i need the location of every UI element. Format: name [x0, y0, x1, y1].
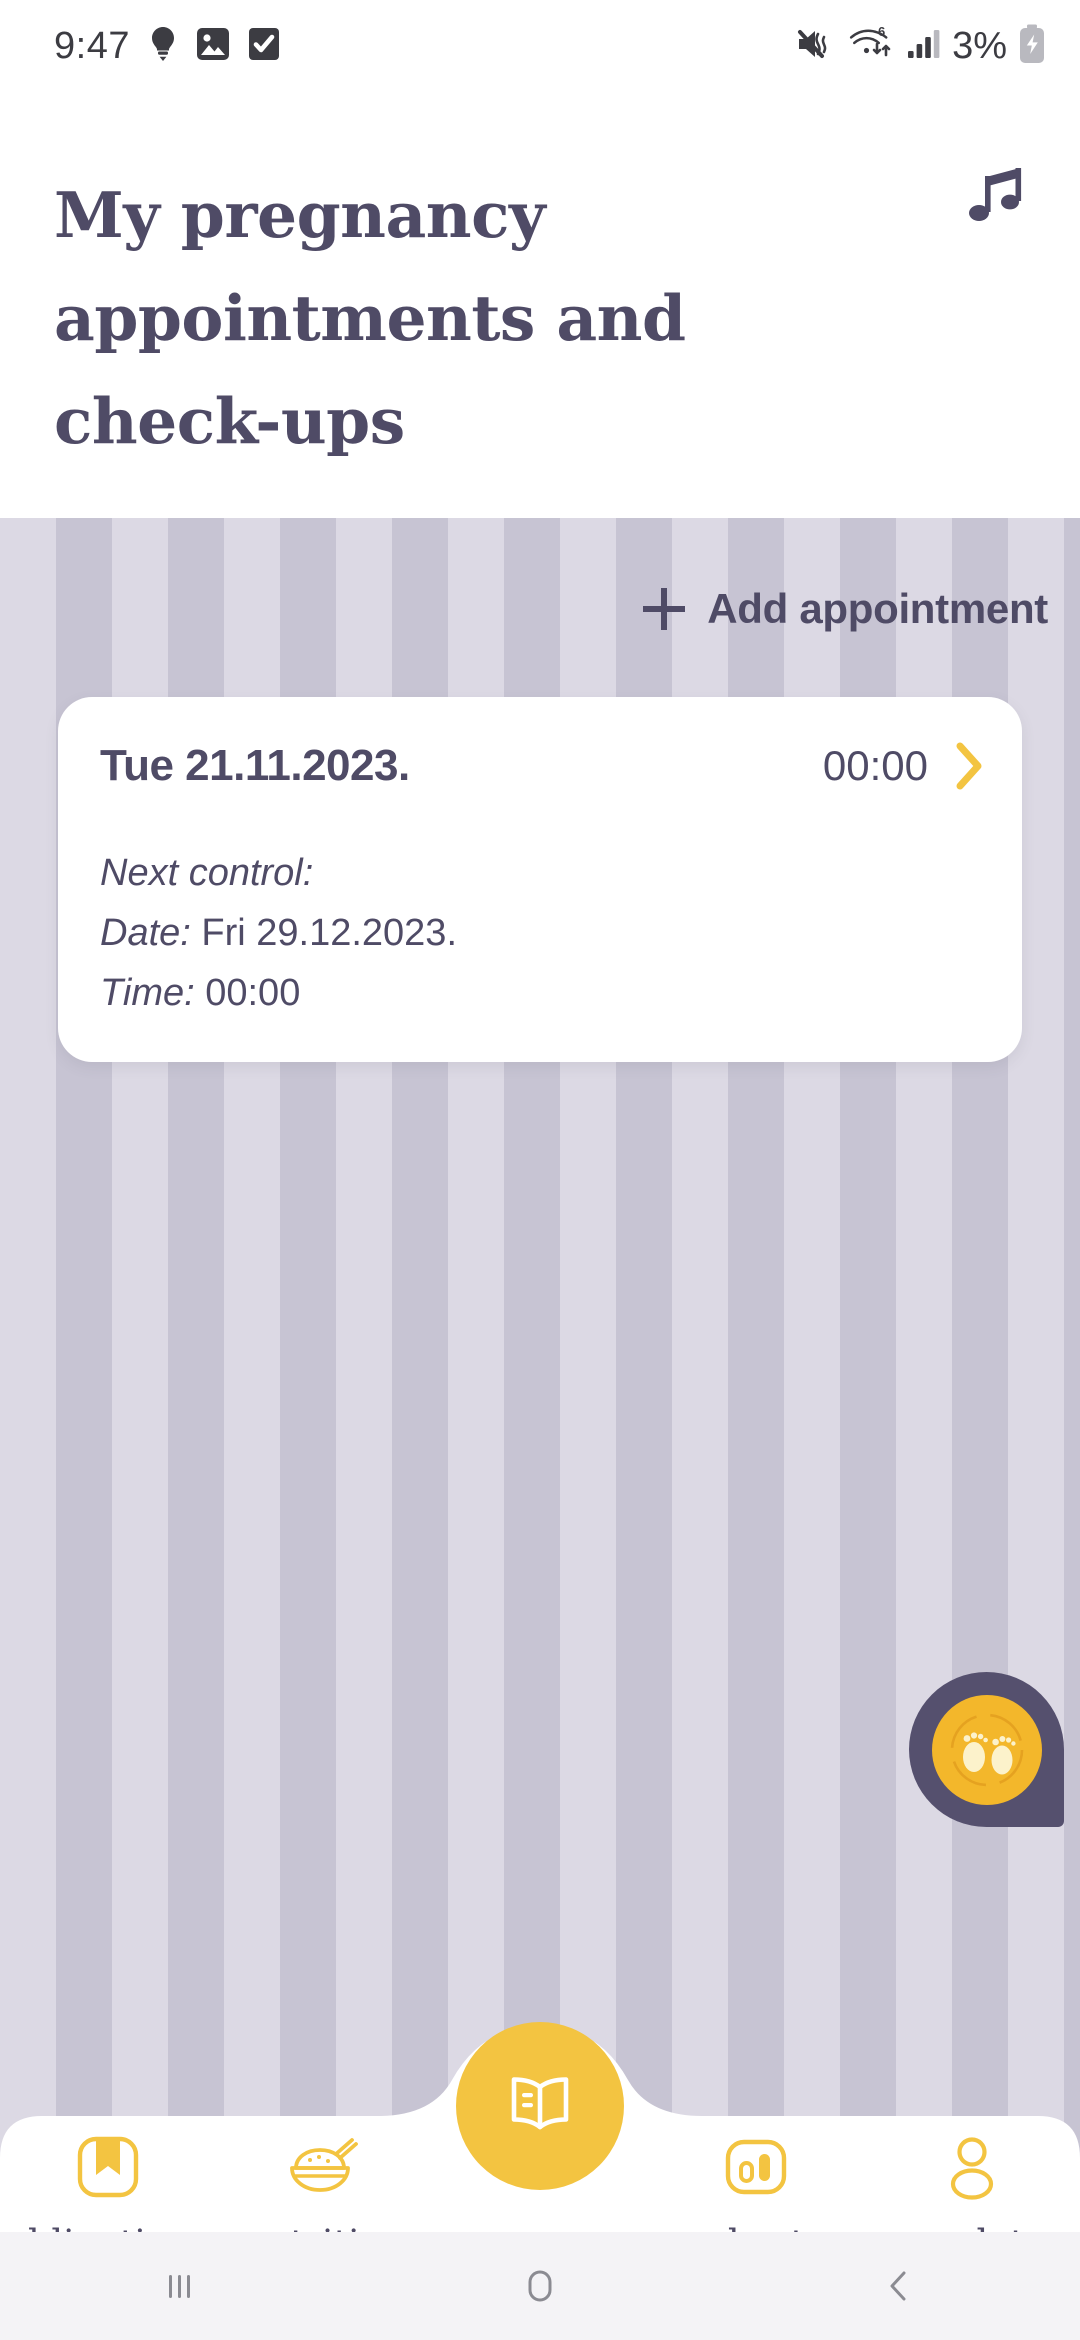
cellular-signal-icon — [907, 29, 941, 64]
next-control-time-row: Time: 00:00 — [100, 963, 457, 1023]
plus-icon — [643, 588, 686, 630]
back-icon[interactable] — [810, 2232, 990, 2340]
lightbulb-icon — [148, 26, 178, 67]
baby-tracker-fab[interactable] — [909, 1672, 1064, 1827]
wifi-6-icon: 6 — [848, 24, 896, 68]
next-control-date-label: Date: — [100, 912, 191, 954]
next-control-date-row: Date: Fri 29.12.2023. — [100, 903, 457, 963]
status-bar-clock: 9:47 — [54, 24, 130, 67]
music-note-icon[interactable] — [952, 150, 1042, 240]
appointment-card-header: Tue 21.11.2023. 00:00 — [100, 741, 984, 791]
next-control-label: Next control: — [100, 852, 314, 894]
appointment-card-meta: 00:00 — [823, 742, 984, 790]
page-title: My pregnancy appointments and check-ups — [54, 178, 686, 458]
app-screen: 9:47 6 3% My pregnancy appointments and … — [0, 0, 1080, 2340]
next-control-row: Next control: — [100, 843, 457, 903]
home-icon[interactable] — [450, 2232, 630, 2340]
next-control-date-value: Fri 29.12.2023. — [201, 912, 457, 954]
appointment-card-body: Next control: Date: Fri 29.12.2023. Time… — [100, 843, 457, 1023]
baby-footprints-icon — [931, 1694, 1042, 1805]
rice-bowl-icon — [286, 2128, 362, 2206]
battery-charging-icon — [1018, 24, 1046, 69]
checkbox-checked-icon — [248, 26, 280, 67]
appointment-card[interactable]: Tue 21.11.2023. 00:00 Next control: Date… — [58, 697, 1022, 1062]
chevron-right-icon[interactable] — [954, 742, 984, 790]
add-appointment-label: Add appointment — [707, 585, 1048, 632]
image-icon — [196, 26, 230, 67]
person-icon — [939, 2128, 1005, 2206]
appointment-time: 00:00 — [822, 742, 928, 789]
next-control-time-label: Time: — [100, 972, 195, 1014]
appointment-date: Tue 21.11.2023. — [100, 741, 410, 790]
status-bar: 9:47 6 3% — [0, 0, 1080, 92]
bar-chart-icon — [721, 2128, 791, 2206]
add-appointment-button[interactable]: Add appointment — [643, 585, 1048, 633]
mute-vibrate-icon — [795, 26, 837, 67]
android-navigation-bar — [0, 2232, 1080, 2340]
status-bar-right: 6 3% — [795, 24, 1046, 69]
app-header: My pregnancy appointments and check-ups — [0, 92, 1080, 518]
recents-icon[interactable] — [90, 2232, 270, 2340]
svg-text:6: 6 — [878, 25, 885, 39]
battery-percent-label: 3% — [952, 24, 1007, 67]
next-control-time-value: 00:00 — [205, 972, 301, 1014]
bookmark-icon — [73, 2128, 143, 2206]
status-bar-left: 9:47 — [54, 25, 280, 68]
